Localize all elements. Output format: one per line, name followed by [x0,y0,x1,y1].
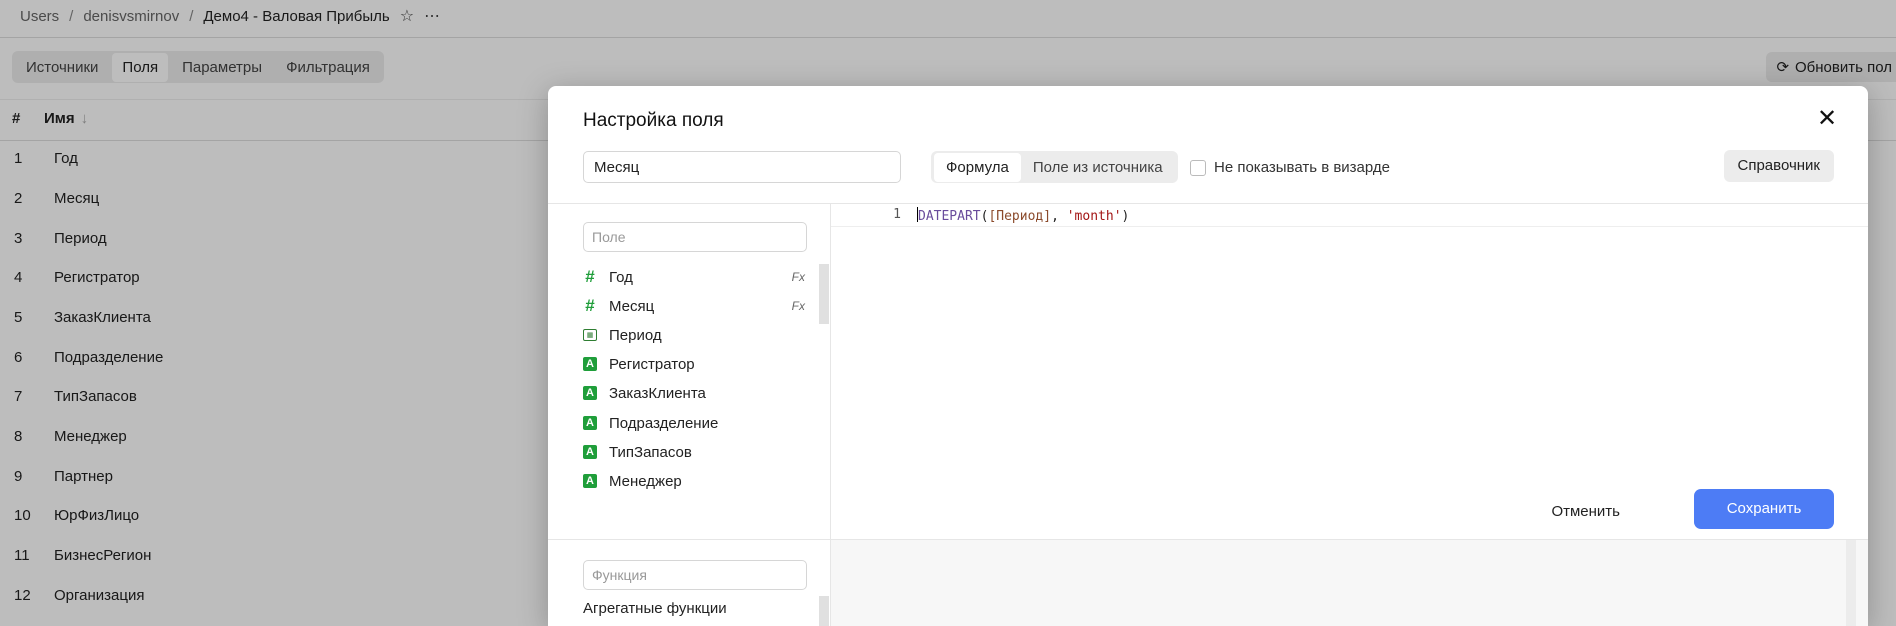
string-icon: A [583,445,597,459]
field-item-division[interactable]: A Подразделение [583,408,813,438]
mode-source-field[interactable]: Поле из источника [1021,153,1175,182]
function-group-aggregate[interactable]: Агрегатные функции [583,600,727,617]
docs-scrollbar[interactable] [1846,540,1856,626]
string-icon: A [583,416,597,430]
field-search-input[interactable]: Поле [583,222,807,252]
field-name-input[interactable] [583,151,901,183]
line-number: 1 [893,207,901,222]
field-item-label: ТипЗапасов [609,443,692,461]
string-icon: A [583,357,597,371]
field-item-client-order[interactable]: A ЗаказКлиента [583,378,813,408]
field-item-label: Год [609,268,633,286]
functions-scrollbar[interactable] [819,596,829,626]
hide-in-wizard-checkbox[interactable]: Не показывать в визарде [1190,159,1390,176]
mode-switch: Формула Поле из источника [931,151,1178,183]
close-icon[interactable]: ✕ [1816,107,1838,131]
dialog-title: Настройка поля [583,110,724,131]
code-paren: ) [1121,209,1130,224]
field-settings-dialog: Настройка поля ✕ Формула Поле из источни… [548,86,1868,626]
field-item-month[interactable]: # Месяц Fx [583,291,813,321]
number-icon: # [585,296,595,315]
string-icon: A [583,474,597,488]
formula-code[interactable]: DATEPART([Период], 'month') [917,207,1129,224]
string-icon: A [583,386,597,400]
function-search-input[interactable]: Функция [583,560,807,590]
formula-editor[interactable]: 1 DATEPART([Период], 'month') Отменить С… [831,204,1868,539]
field-item-label: Подразделение [609,414,719,432]
save-button[interactable]: Сохранить [1694,489,1834,529]
function-docs-panel [831,540,1868,626]
field-item-period[interactable]: ▦ Период [583,320,813,350]
field-item-label: Период [609,326,662,344]
formula-icon: Fx [791,299,805,313]
mode-formula[interactable]: Формула [934,152,1021,182]
code-function: DATEPART [918,209,981,224]
field-item-label: Регистратор [609,355,695,373]
fields-scrollbar[interactable] [819,264,829,324]
date-icon: ▦ [583,329,597,341]
fields-panel: Поле # Год Fx # Месяц Fx ▦ Период A Реги… [548,204,830,540]
field-item-label: Менеджер [609,472,682,490]
field-item-stock-type[interactable]: A ТипЗапасов [583,437,813,467]
field-item-label: ЗаказКлиента [609,384,706,402]
code-field: [Период] [988,209,1052,224]
checkbox-box[interactable] [1190,159,1206,176]
checkbox-label: Не показывать в визарде [1214,159,1390,176]
field-item-label: Месяц [609,297,655,315]
cancel-button[interactable]: Отменить [1533,492,1638,532]
formula-icon: Fx [791,270,805,284]
code-line[interactable]: 1 DATEPART([Период], 'month') [831,204,1868,227]
code-string: 'month' [1066,209,1122,224]
field-item-registrator[interactable]: A Регистратор [583,349,813,379]
field-item-year[interactable]: # Год Fx [583,262,813,292]
reference-button[interactable]: Справочник [1723,150,1834,182]
number-icon: # [585,267,595,286]
field-item-manager[interactable]: A Менеджер [583,466,813,496]
code-comma: , [1051,209,1067,224]
